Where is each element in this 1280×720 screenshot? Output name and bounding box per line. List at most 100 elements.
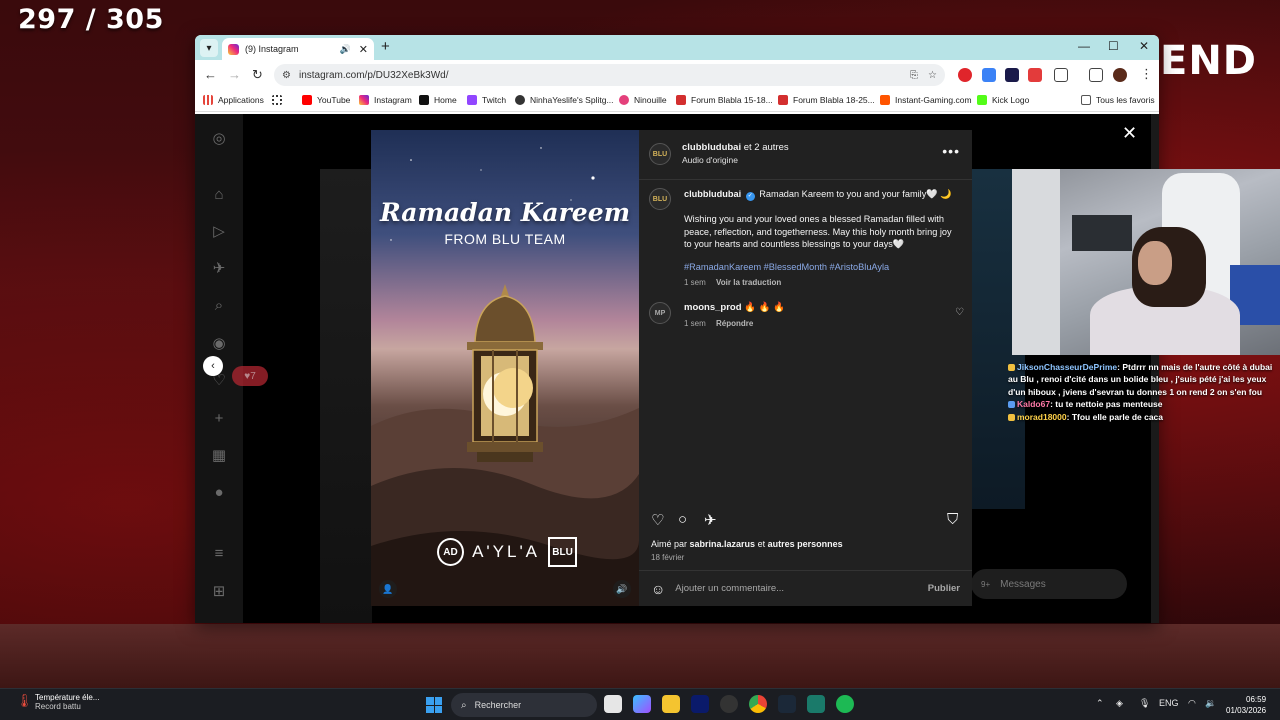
caption-hashtags[interactable]: #RamadanKareem #BlessedMonth #AristoBluA… — [684, 261, 954, 274]
like-heart-icon[interactable]: ♡ — [651, 511, 664, 529]
bookmark-all-favorites[interactable]: Tous les favoris — [1081, 95, 1155, 105]
create-icon[interactable]: + — [209, 408, 229, 428]
weather-widget[interactable]: 🌡 Température éle... Record battu — [16, 693, 99, 711]
tab-audio-icon[interactable]: 🔊 — [340, 44, 351, 55]
liked-by-user[interactable]: sabrina.lazarus — [690, 539, 756, 549]
reload-button[interactable]: ↻ — [252, 67, 263, 83]
post-author-name[interactable]: clubbludubai — [682, 142, 741, 153]
verified-badge-icon: ✓ — [745, 192, 755, 201]
messages-pill[interactable]: 9+ Messages — [971, 569, 1127, 599]
install-app-icon[interactable]: ⎘ — [910, 70, 918, 81]
reels-icon[interactable]: ▷ — [209, 221, 229, 241]
taskbar-search[interactable]: ⌕ Rechercher — [451, 693, 597, 717]
share-send-icon[interactable]: ✈ — [704, 511, 717, 529]
publish-button[interactable]: Publier — [928, 583, 960, 594]
back-button[interactable]: ← — [204, 67, 217, 82]
comment-author[interactable]: moons_prod — [684, 302, 742, 313]
wifi-icon[interactable]: ◠ — [1188, 698, 1196, 709]
app-icon[interactable] — [720, 695, 738, 713]
language-indicator[interactable]: ENG — [1159, 698, 1179, 708]
tab-close-icon[interactable]: ✕ — [359, 43, 368, 56]
bookmark-forum-18-25[interactable]: Forum Blabla 18-25... — [778, 95, 875, 105]
tab-search-icon[interactable]: ▾ — [200, 39, 218, 57]
previous-post-button[interactable]: ‹ — [203, 356, 223, 376]
bookmark-grid[interactable] — [272, 95, 287, 105]
chrome-icon[interactable] — [749, 695, 767, 713]
extensions-puzzle-icon[interactable] — [1054, 68, 1068, 82]
premiere-icon[interactable] — [691, 695, 709, 713]
dark-extension-icon[interactable] — [1005, 68, 1019, 82]
bookmark-ninouille[interactable]: Ninouille — [619, 95, 667, 105]
steam-icon[interactable] — [778, 695, 796, 713]
dashboard-icon[interactable]: ▦ — [209, 445, 229, 465]
audio-extension-icon[interactable] — [982, 68, 996, 82]
close-modal-icon[interactable]: ✕ — [1122, 123, 1137, 144]
comment-input[interactable]: Ajouter un commentaire... — [675, 583, 928, 594]
more-apps-icon[interactable]: ⊞ — [209, 581, 229, 601]
home-icon[interactable]: ⌂ — [209, 184, 229, 204]
instant-gaming-icon — [880, 95, 890, 105]
profile-avatar-icon[interactable] — [1113, 68, 1127, 82]
instagram-logo-icon[interactable]: ◎ — [209, 128, 229, 148]
more-options-icon[interactable]: ••• — [942, 143, 960, 159]
bookmark-forum-15-18[interactable]: Forum Blabla 15-18... — [676, 95, 773, 105]
tagged-users-icon[interactable]: 👤 — [379, 580, 397, 598]
new-tab-button[interactable]: + — [381, 38, 390, 55]
see-translation-link[interactable]: Voir la traduction — [716, 278, 781, 287]
bookmark-applications[interactable]: Applications — [203, 95, 264, 105]
chat-message: morad18000: Tfou elle parle de caca — [1008, 411, 1280, 423]
browser-menu-icon[interactable]: ⋮ — [1140, 66, 1153, 82]
save-bookmark-icon[interactable]: ⛉ — [947, 511, 958, 528]
comment-like-icon[interactable]: ♡ — [955, 307, 964, 318]
post-coauthors[interactable]: et 2 autres — [744, 142, 789, 153]
tab-instagram[interactable]: (9) Instagram 🔊 ✕ — [222, 38, 374, 60]
taskbar-clock[interactable]: 06:59 01/03/2026 — [1226, 694, 1266, 716]
bookmark-splitgate[interactable]: NinhaYeslife's Splitg... — [515, 95, 614, 105]
tray-chevron-icon[interactable]: ⌃ — [1096, 698, 1104, 709]
author-avatar[interactable]: BLU — [649, 143, 671, 165]
bookmark-star-icon[interactable]: ☆ — [928, 70, 937, 81]
bookmark-home[interactable]: Home — [419, 95, 457, 105]
bookmark-youtube[interactable]: YouTube — [302, 95, 350, 105]
close-window-button[interactable]: ✕ — [1139, 39, 1149, 53]
menu-icon[interactable]: ≡ — [209, 543, 229, 563]
forward-button[interactable]: → — [228, 67, 241, 82]
explore-icon[interactable]: ◉ — [209, 333, 229, 353]
minimize-button[interactable]: — — [1078, 39, 1090, 53]
copilot-icon[interactable] — [633, 695, 651, 713]
reply-link[interactable]: Répondre — [716, 319, 753, 328]
tray-app-icon[interactable]: ◈ — [1116, 698, 1123, 709]
opera-extension-icon[interactable] — [958, 68, 972, 82]
comment-bubble-icon[interactable]: ○ — [678, 511, 687, 528]
bookmark-label: Tous les favoris — [1096, 95, 1155, 105]
reel-video[interactable]: Ramadan Kareem FROM BLU TEAM AD A'YL'A B… — [371, 130, 639, 606]
commenter-avatar[interactable]: MP — [649, 302, 671, 324]
bookmark-instagram[interactable]: Instagram — [359, 95, 412, 105]
profile-icon[interactable]: ● — [209, 482, 229, 502]
direct-icon[interactable]: ✈ — [209, 258, 229, 278]
microphone-icon[interactable]: 🎙 — [1139, 698, 1150, 709]
spotify-icon[interactable] — [836, 695, 854, 713]
task-view-icon[interactable] — [604, 695, 622, 713]
liked-by-others[interactable]: autres personnes — [768, 539, 843, 549]
original-audio-link[interactable]: Audio d'origine — [682, 155, 738, 165]
bookmark-twitch[interactable]: Twitch — [467, 95, 506, 105]
url-text: instagram.com/p/DU32XeBk3Wd/ — [298, 69, 449, 81]
bookmark-instant-gaming[interactable]: Instant-Gaming.com — [880, 95, 972, 105]
windows-start-icon[interactable] — [426, 697, 442, 713]
address-bar[interactable]: ⚙ instagram.com/p/DU32XeBk3Wd/ ⎘ ☆ — [274, 64, 945, 86]
search-icon[interactable]: ⌕ — [209, 295, 229, 315]
caption-author-avatar[interactable]: BLU — [649, 188, 671, 210]
maximize-button[interactable]: ☐ — [1108, 39, 1119, 53]
site-info-icon[interactable]: ⚙ — [282, 70, 291, 81]
emoji-icon[interactable]: ☺ — [651, 581, 665, 597]
bookmark-kick-logo[interactable]: Kick Logo — [977, 95, 1029, 105]
red-extension-icon[interactable] — [1028, 68, 1042, 82]
volume-icon[interactable]: 🔉 — [1205, 698, 1216, 709]
app-s-icon[interactable] — [807, 695, 825, 713]
media-control-icon[interactable] — [1089, 68, 1103, 82]
file-explorer-icon[interactable] — [662, 695, 680, 713]
search-icon: ⌕ — [461, 699, 467, 711]
caption-author[interactable]: clubbludubai — [684, 189, 741, 199]
sound-toggle-icon[interactable]: 🔊 — [613, 580, 631, 598]
